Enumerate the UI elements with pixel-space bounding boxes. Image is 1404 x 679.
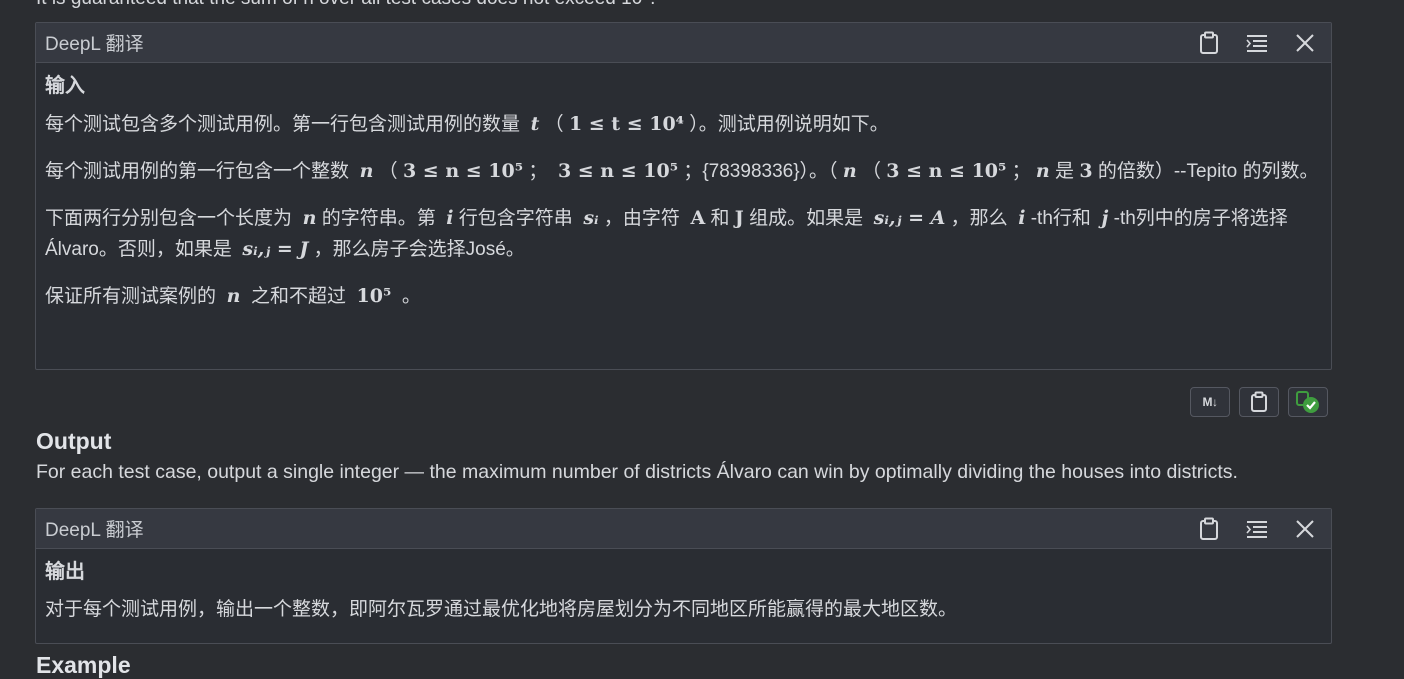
math-expr: 3 ≤ n ≤ 10⁵ (557, 160, 679, 182)
text: ； (528, 161, 548, 182)
text: ）。测试用例说明如下。 (689, 114, 889, 135)
copy-button[interactable] (1191, 513, 1227, 545)
text: 每个测试包含多个测试用例。第一行包含测试用例的数量 (45, 114, 521, 135)
output-heading: Output (36, 428, 112, 454)
paragraph-strings: 下面两行分别包含一个长度为 n 的字符串。第 i 行包含字符串 sᵢ ，由字符 … (45, 203, 1322, 265)
math-var: n (842, 160, 857, 182)
paragraph-tests: 每个测试包含多个测试用例。第一行包含测试用例的数量 t （ 1 ≤ t ≤ 10… (45, 109, 1322, 140)
format-button[interactable] (1239, 513, 1275, 545)
math-var: n (302, 207, 317, 229)
section-actions: M↓ (1190, 387, 1328, 417)
math-expr: 3 ≤ n ≤ 10⁵ (886, 160, 1007, 182)
text: 是 (1055, 161, 1075, 182)
close-icon (1296, 33, 1314, 52)
panel-toolbar (1191, 27, 1323, 59)
deepl-translation-panel-input: DeepL 翻译 输入 每个测试包含多个测试用例。第一行包含测试用例的数量 t … (35, 22, 1332, 370)
text: 每个测试用例的第一行包含一个整数 (45, 161, 350, 182)
math-expr: sᵢ,ⱼ = A (873, 207, 946, 229)
clipboard-icon (1200, 517, 1218, 540)
text: 。 (401, 286, 421, 307)
section-heading: 输出 (45, 561, 85, 583)
math-var: n (359, 160, 374, 182)
translate-done-button[interactable] (1288, 387, 1328, 417)
text: ，由字符 (603, 208, 680, 229)
text: 和 (710, 208, 730, 229)
math-var: j (1101, 207, 1109, 229)
text: 保证所有测试案例的 (45, 286, 217, 307)
panel-toolbar (1191, 513, 1323, 545)
math-var: i (446, 207, 454, 229)
panel-title: DeepL 翻译 (45, 520, 144, 541)
text: 行包含字符串 (458, 208, 573, 229)
text: （ (544, 114, 564, 135)
paragraph-guarantee: 保证所有测试案例的 n 之和不超过 10⁵ 。 (45, 281, 1322, 312)
math-var: n (226, 285, 241, 307)
text: ；{78398336}）。（ (683, 161, 838, 182)
panel-header: DeepL 翻译 (36, 23, 1331, 63)
indent-lines-icon (1246, 520, 1267, 538)
copy-button[interactable] (1191, 27, 1227, 59)
text: 组成。如果是 (749, 208, 864, 229)
text: -th行和 (1030, 208, 1091, 229)
copy-markdown-button[interactable]: M↓ (1190, 387, 1230, 417)
translate-check-icon (1296, 391, 1319, 413)
problem-text-cut: It is guaranteed that the sum of n over … (36, 0, 655, 10)
text: 之和不超过 (250, 286, 346, 307)
math-expr: 3 (1079, 160, 1093, 182)
math-expr: 3 ≤ n ≤ 10⁵ (402, 160, 524, 182)
panel-title: DeepL 翻译 (45, 34, 144, 55)
math-expr: A (690, 207, 706, 229)
indent-lines-icon (1246, 34, 1267, 52)
panel-header: DeepL 翻译 (36, 509, 1331, 549)
math-expr: 1 ≤ t ≤ 10⁴ (568, 113, 684, 135)
text: ，那么 (950, 208, 1008, 229)
math-var: i (1018, 207, 1026, 229)
example-heading-cut: Example (36, 652, 131, 678)
output-description: For each test case, output a single inte… (36, 461, 1238, 483)
text: ，那么房子会选择José。 (313, 239, 525, 260)
copy-button[interactable] (1239, 387, 1279, 417)
text: 下面两行分别包含一个长度为 (45, 208, 293, 229)
markdown-icon: M↓ (1202, 395, 1219, 409)
math-expr: J (734, 207, 744, 229)
close-button[interactable] (1287, 27, 1323, 59)
format-button[interactable] (1239, 27, 1275, 59)
translated-text: 对于每个测试用例，输出一个整数，即阿尔瓦罗通过最优化地将房屋划分为不同地区所能赢… (45, 599, 958, 620)
clipboard-icon (1200, 31, 1218, 54)
close-button[interactable] (1287, 513, 1323, 545)
section-heading: 输入 (45, 75, 85, 97)
panel-body: 输入 每个测试包含多个测试用例。第一行包含测试用例的数量 t （ 1 ≤ t ≤… (36, 63, 1331, 322)
paragraph-first-line: 每个测试用例的第一行包含一个整数 n （ 3 ≤ n ≤ 10⁵ ； 3 ≤ n… (45, 160, 1319, 182)
clipboard-icon (1251, 391, 1267, 412)
math-var: sᵢ (583, 207, 599, 229)
text: 的倍数）--Tepito 的列数。 (1097, 161, 1319, 182)
close-icon (1296, 519, 1314, 538)
text: 的字符串。第 (321, 208, 436, 229)
math-var: t (530, 113, 540, 135)
deepl-translation-panel-output: DeepL 翻译 输出 对于每个测试用例，输出一个整数，即阿尔瓦罗通过最优化地将… (35, 508, 1332, 644)
math-expr: 10⁵ (356, 285, 392, 307)
panel-body: 输出 对于每个测试用例，输出一个整数，即阿尔瓦罗通过最优化地将房屋划分为不同地区… (36, 549, 1331, 635)
math-expr: sᵢ,ⱼ = J (242, 238, 309, 260)
